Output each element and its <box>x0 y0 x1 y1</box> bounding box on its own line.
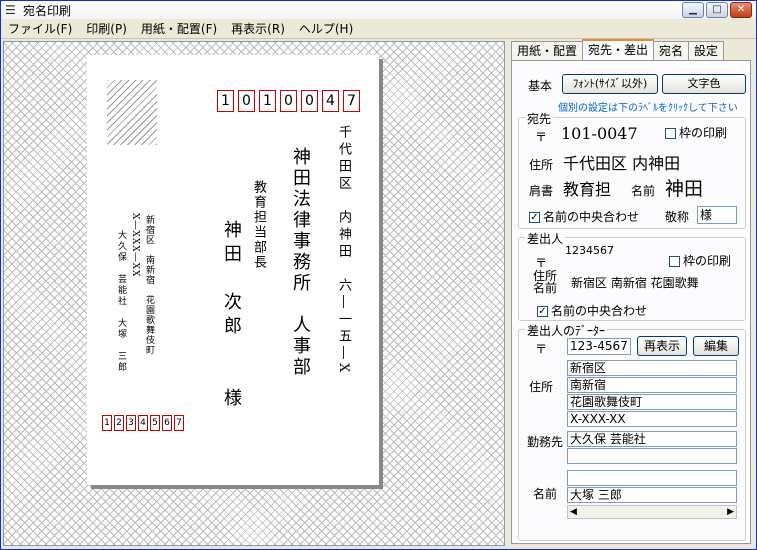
tab-paper-layout[interactable]: 用紙・配置 <box>511 41 584 60</box>
recipient-position-preview: 教育担 <box>563 180 612 199</box>
menu-bar: ファイル(F) 印刷(P) 用紙・配置(F) 再表示(R) ヘルプ(H) <box>1 19 756 39</box>
edit-button[interactable]: 編集 <box>693 336 739 356</box>
sender-data-address-label: 住所 <box>529 380 554 394</box>
work-label: 勤務先 <box>527 435 564 449</box>
title-bar: ☰ 宛名印刷 ▁ □ ✕ <box>1 1 756 19</box>
sender-data-name-label: 名前 <box>533 487 558 501</box>
preview-canvas: 1 0 1 0 0 4 7 千代田区 内神田 六―一五―X 神田法律事務所 人事… <box>3 41 505 546</box>
tab-content: 基本 ﾌｫﾝﾄ(ｻｲｽﾞ以外) 文字色 個別の設定は下のﾗﾍﾞﾙをｸﾘｯｸして下… <box>511 60 751 544</box>
tab-address-sender[interactable]: 宛先・差出 <box>582 39 655 60</box>
recipient-name-preview: 神田 <box>665 178 704 200</box>
zip-digit: 1 <box>102 415 112 431</box>
honorific-field[interactable]: 様 <box>697 206 737 224</box>
menu-help[interactable]: ヘルプ(H) <box>292 19 360 39</box>
sender-address: 新宿区 南新宿 花園歌舞伎町 <box>144 215 154 355</box>
work-line-2[interactable] <box>567 448 737 464</box>
app-icon: ☰ <box>5 3 16 17</box>
honorific-label[interactable]: 敬称 <box>665 208 689 225</box>
title-label[interactable]: 肩書 <box>529 182 553 199</box>
stamp-area <box>107 80 157 145</box>
basic-label: 基本 <box>528 79 553 93</box>
recipient-position: 教育担当部長 <box>251 180 266 270</box>
zip-digit: 1 <box>259 90 276 112</box>
zip-digit: 0 <box>301 90 318 112</box>
sender-data-group: 差出人のﾃﾞｰﾀｰ 〒 123-4567 再表示 編集 住所 新宿区 南新宿 花… <box>518 322 746 541</box>
zip-digit: 4 <box>322 90 339 112</box>
address-line-3[interactable]: 花園歌舞伎町 <box>567 394 737 410</box>
postcard-preview: 1 0 1 0 0 4 7 千代田区 内神田 六―一五―X 神田法律事務所 人事… <box>87 55 379 485</box>
zip-digit: 7 <box>174 415 184 431</box>
address-line-4[interactable]: X-XXX-XX <box>567 411 737 427</box>
zip-digit: 0 <box>280 90 297 112</box>
recipient-frame-print-checkbox[interactable]: 枠の印刷 <box>665 124 727 141</box>
sender-group: 差出人 〒 1234567 枠の印刷 住所 名前 新宿区 南新宿 花園歌舞 ✓ 名… <box>518 230 746 321</box>
sender-address-preview: 新宿区 南新宿 花園歌舞 <box>571 276 699 290</box>
sender-center-name-checkbox[interactable]: ✓ 名前の中央合わせ <box>537 302 647 319</box>
horizontal-scrollbar[interactable]: ◀ ▶ <box>567 505 737 519</box>
refresh-button[interactable]: 再表示 <box>637 336 687 356</box>
sender-zip-preview: 1234567 <box>565 244 614 257</box>
recipient-group: 宛先 〒 101-0047 枠の印刷 住所 千代田区 内神田 肩書 教育担 名前… <box>518 110 746 229</box>
zip-digit: 0 <box>238 90 255 112</box>
zip-digit: 5 <box>150 415 160 431</box>
menu-file[interactable]: ファイル(F) <box>1 19 79 39</box>
tab-settings[interactable]: 設定 <box>688 41 725 60</box>
menu-print[interactable]: 印刷(P) <box>79 19 134 39</box>
menu-refresh[interactable]: 再表示(R) <box>224 19 292 39</box>
name-line-2[interactable]: 大塚 三郎 <box>567 487 737 503</box>
settings-panel: 用紙・配置 宛先・差出 宛名 設定 基本 ﾌｫﾝﾄ(ｻｲｽﾞ以外) 文字色 個別… <box>507 39 755 546</box>
hint-text: 個別の設定は下のﾗﾍﾞﾙをｸﾘｯｸして下さい <box>558 103 738 114</box>
sender-data-group-title: 差出人のﾃﾞｰﾀｰ <box>525 322 608 339</box>
zip-digit: 3 <box>126 415 136 431</box>
sender-address-2: X―XXX―XX <box>130 213 140 278</box>
tab-strip: 用紙・配置 宛先・差出 宛名 設定 <box>511 39 725 60</box>
zip-digit: 7 <box>343 90 360 112</box>
close-button[interactable]: ✕ <box>730 2 752 18</box>
scroll-left-icon[interactable]: ◀ <box>570 506 577 518</box>
name-label[interactable]: 名前 <box>631 182 655 199</box>
address-line-1[interactable]: 新宿区 <box>567 360 737 376</box>
name-line-1[interactable] <box>567 470 737 486</box>
recipient-zip-preview: 101-0047 <box>561 124 638 143</box>
sender-data-zip-mark: 〒 <box>535 342 548 356</box>
address-label[interactable]: 住所 <box>529 156 553 173</box>
recipient-name: 神田 次郎 様 <box>221 220 242 412</box>
menu-paper-layout[interactable]: 用紙・配置(F) <box>134 19 224 39</box>
scroll-right-icon[interactable]: ▶ <box>727 506 734 518</box>
text-color-button[interactable]: 文字色 <box>662 74 746 94</box>
zip-digit: 1 <box>217 90 234 112</box>
work-line-1[interactable]: 大久保 芸能社 <box>567 431 737 447</box>
minimize-button[interactable]: ▁ <box>682 2 704 18</box>
sender-company-name: 大久保 芸能社 大塚 三郎 <box>116 230 126 373</box>
maximize-button[interactable]: □ <box>706 2 728 18</box>
tab-recipient[interactable]: 宛名 <box>653 41 690 60</box>
recipient-zip-boxes: 1 0 1 0 0 4 7 <box>217 90 360 112</box>
sender-zip-field[interactable]: 123-4567 <box>567 338 631 355</box>
recipient-group-title: 宛先 <box>525 110 554 127</box>
zip-digit: 4 <box>138 415 148 431</box>
recipient-address-preview: 千代田区 内神田 <box>563 154 681 173</box>
sender-frame-print-checkbox[interactable]: 枠の印刷 <box>669 252 731 269</box>
window-title: 宛名印刷 <box>23 3 72 18</box>
zip-mark[interactable]: 〒 <box>535 128 547 145</box>
zip-digit: 6 <box>162 415 172 431</box>
recipient-company: 神田法律事務所 人事部 <box>290 147 311 378</box>
sender-group-title: 差出人 <box>525 230 566 247</box>
recipient-center-name-checkbox[interactable]: ✓ 名前の中央合わせ <box>529 208 639 225</box>
sender-name-label[interactable]: 名前 <box>533 282 557 294</box>
app-window: ☰ 宛名印刷 ▁ □ ✕ ファイル(F) 印刷(P) 用紙・配置(F) 再表示(… <box>0 0 757 550</box>
address-line-2[interactable]: 南新宿 <box>567 377 737 393</box>
zip-digit: 2 <box>114 415 124 431</box>
recipient-address: 千代田区 内神田 六―一五―X <box>336 125 351 377</box>
sender-zip-boxes: 1 2 3 4 5 6 7 <box>102 415 184 431</box>
font-button[interactable]: ﾌｫﾝﾄ(ｻｲｽﾞ以外) <box>562 74 658 94</box>
